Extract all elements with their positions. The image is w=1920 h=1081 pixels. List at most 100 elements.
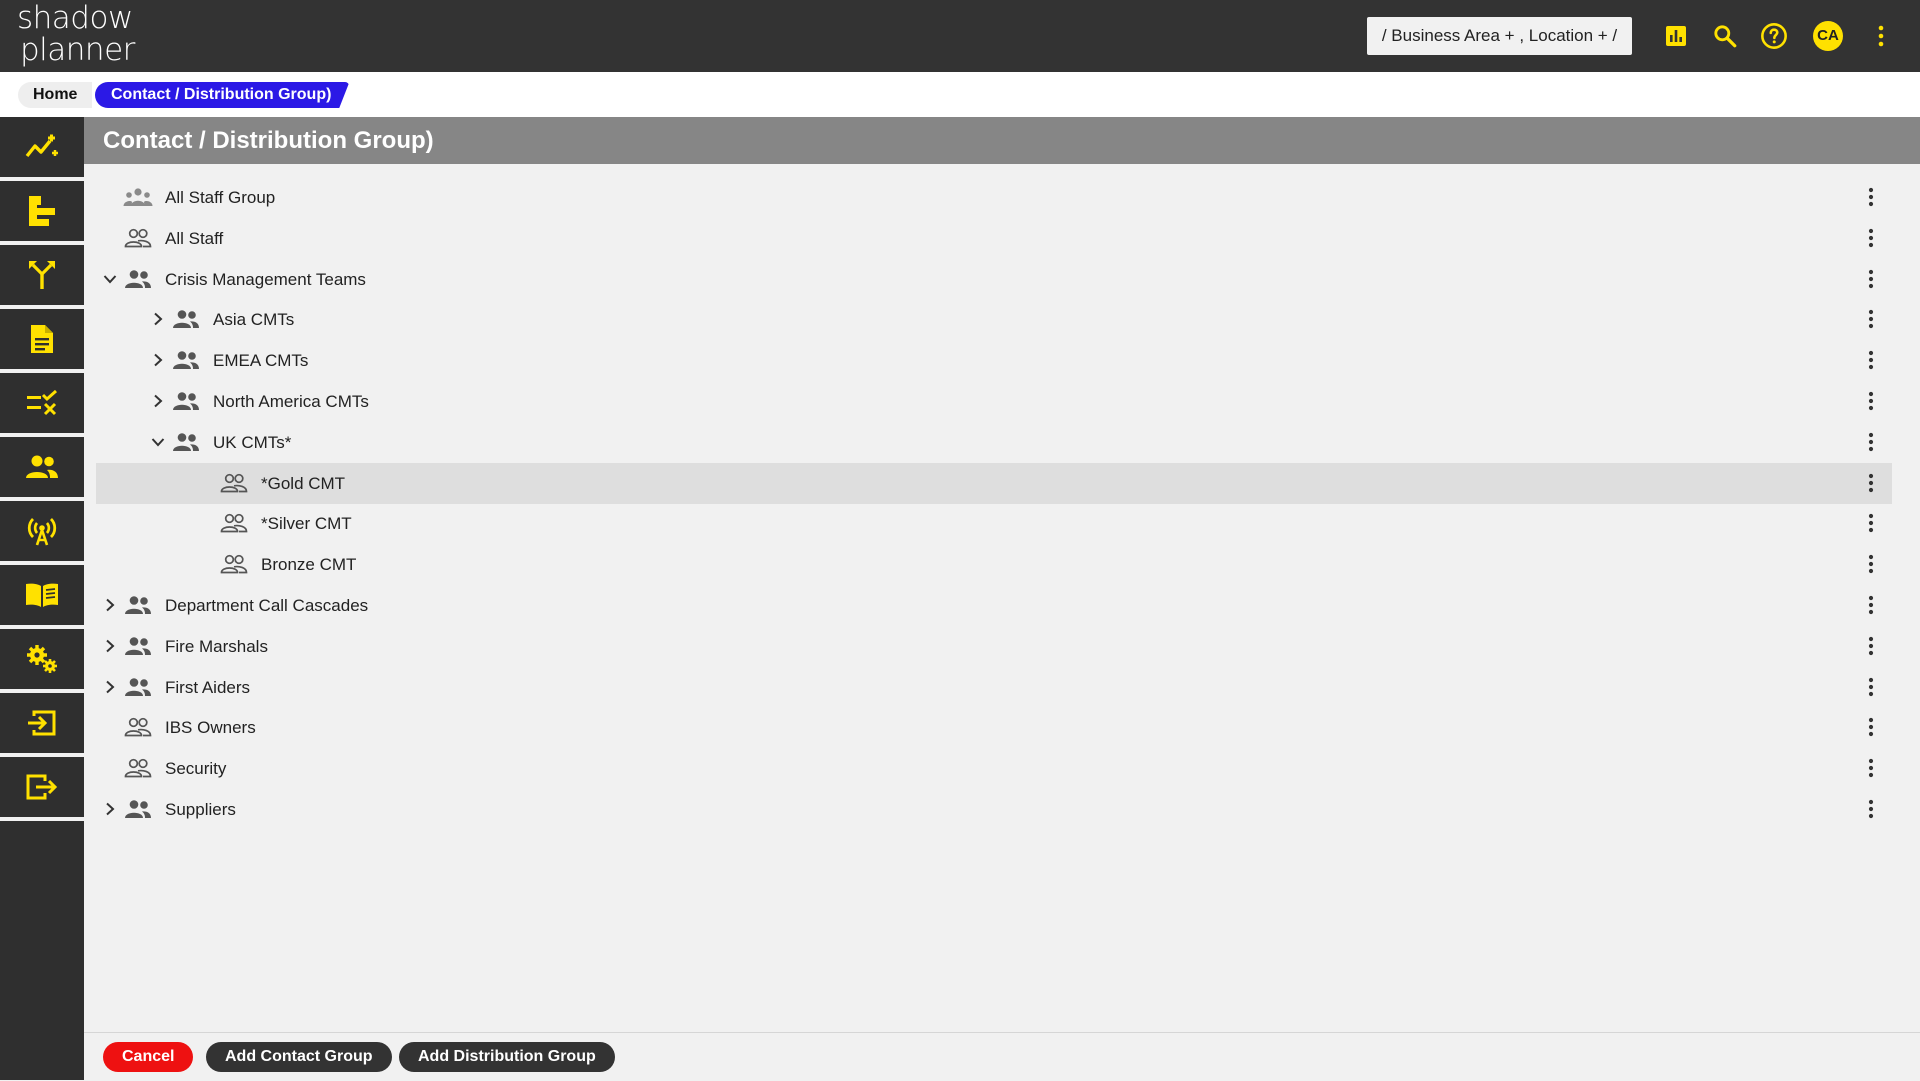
- breadcrumb: Home Contact / Distribution Group): [0, 72, 1920, 117]
- tree-row[interactable]: All Staff: [96, 218, 1892, 259]
- user-avatar[interactable]: CA: [1813, 21, 1843, 51]
- more-vert-icon[interactable]: [1860, 472, 1882, 494]
- checklist-icon: [27, 389, 57, 416]
- logo-line1: shadow: [17, 0, 133, 36]
- people-filled-icon: [171, 308, 201, 330]
- chevron-right-icon[interactable]: [100, 636, 120, 656]
- chevron-right-icon[interactable]: [100, 677, 120, 697]
- breadcrumb-current[interactable]: Contact / Distribution Group): [95, 82, 350, 108]
- tree-row-label: *Silver CMT: [261, 514, 352, 533]
- main-content: Contact / Distribution Group) All Staff …: [84, 117, 1920, 1080]
- help-icon[interactable]: [1757, 19, 1791, 53]
- more-vert-icon[interactable]: [1860, 757, 1882, 779]
- document-icon: [31, 325, 53, 353]
- report-chart-icon[interactable]: [1659, 19, 1693, 53]
- more-vert-icon[interactable]: [1860, 676, 1882, 698]
- more-vert-icon[interactable]: [1860, 553, 1882, 575]
- people-filled-icon: [123, 798, 153, 820]
- tree-row[interactable]: Asia CMTs: [96, 299, 1892, 340]
- chevron-down-icon[interactable]: [148, 432, 168, 452]
- tree-row[interactable]: Security: [96, 748, 1892, 789]
- sidebar-item-checklist[interactable]: [0, 373, 84, 437]
- tree-row-label: IBS Owners: [165, 718, 256, 737]
- more-vert-icon[interactable]: [1860, 798, 1882, 820]
- more-vert-icon[interactable]: [1860, 431, 1882, 453]
- analytics-icon: [25, 134, 58, 158]
- chevron-right-icon[interactable]: [100, 595, 120, 615]
- sidebar-nav: [0, 117, 84, 1080]
- more-vert-icon[interactable]: [1860, 308, 1882, 330]
- tree-row[interactable]: *Gold CMT: [96, 463, 1892, 504]
- top-bar: shadow planner / Business Area + , Locat…: [0, 0, 1920, 72]
- people-group-icon: [123, 186, 153, 208]
- fork-icon: [29, 261, 55, 289]
- add-distribution-group-button[interactable]: Add Distribution Group: [399, 1042, 615, 1072]
- people-outline-icon: [123, 227, 153, 249]
- tree-row-label: Crisis Management Teams: [165, 270, 366, 289]
- people-filled-icon: [123, 676, 153, 698]
- book-icon: [26, 583, 58, 607]
- people-icon: [26, 455, 58, 478]
- tree-row[interactable]: UK CMTs*: [96, 422, 1892, 463]
- tree-row[interactable]: North America CMTs: [96, 381, 1892, 422]
- tree-row[interactable]: EMEA CMTs: [96, 340, 1892, 381]
- tree-row-label: Bronze CMT: [261, 555, 357, 574]
- tree-row[interactable]: *Silver CMT: [96, 503, 1892, 544]
- tree-row-label: Fire Marshals: [165, 637, 268, 656]
- tree-row-label: Department Call Cascades: [165, 596, 369, 615]
- tree-row-label: *Gold CMT: [261, 474, 346, 493]
- more-vert-icon[interactable]: [1860, 227, 1882, 249]
- cancel-button[interactable]: Cancel: [103, 1042, 194, 1072]
- more-vert-icon[interactable]: [1860, 594, 1882, 616]
- sidebar-item-logout[interactable]: [0, 757, 84, 821]
- chevron-right-icon[interactable]: [148, 309, 168, 329]
- sidebar-item-settings[interactable]: [0, 629, 84, 693]
- people-filled-icon: [123, 635, 153, 657]
- breadcrumb-home[interactable]: Home: [18, 82, 93, 108]
- more-vert-icon[interactable]: [1860, 186, 1882, 208]
- chevron-right-icon[interactable]: [100, 799, 120, 819]
- tree-row-label: All Staff Group: [165, 188, 276, 207]
- tree-row[interactable]: All Staff Group: [96, 177, 1892, 218]
- sidebar-item-document[interactable]: [0, 309, 84, 373]
- sidebar-item-book[interactable]: [0, 565, 84, 629]
- more-vert-icon[interactable]: [1860, 349, 1882, 371]
- chevron-down-icon[interactable]: [100, 269, 120, 289]
- people-outline-icon: [123, 716, 153, 738]
- add-contact-group-button[interactable]: Add Contact Group: [206, 1042, 392, 1072]
- tree-row-label: Suppliers: [165, 800, 236, 819]
- tree-row[interactable]: Department Call Cascades: [96, 585, 1892, 626]
- tree-row[interactable]: First Aiders: [96, 667, 1892, 708]
- tree-row[interactable]: Crisis Management Teams: [96, 259, 1892, 300]
- tree-row[interactable]: Bronze CMT: [96, 544, 1892, 585]
- people-filled-icon: [123, 268, 153, 290]
- sidebar-item-people[interactable]: [0, 437, 84, 501]
- people-outline-icon: [123, 757, 153, 779]
- people-outline-icon: [219, 512, 249, 534]
- sidebar-item-hierarchy[interactable]: [0, 181, 84, 245]
- settings-icon: [27, 645, 57, 673]
- more-vert-icon[interactable]: [1860, 390, 1882, 412]
- tree-row-label: All Staff: [165, 229, 224, 248]
- chevron-right-icon[interactable]: [148, 350, 168, 370]
- logo-line2: planner: [20, 32, 135, 68]
- sidebar-item-analytics[interactable]: [0, 117, 84, 181]
- footer-actions: Cancel Add Contact Group Add Distributio…: [84, 1032, 1920, 1081]
- tree-row[interactable]: Fire Marshals: [96, 626, 1892, 667]
- sidebar-item-fork[interactable]: [0, 245, 84, 309]
- tree-row[interactable]: IBS Owners: [96, 707, 1892, 748]
- sidebar-item-login[interactable]: [0, 693, 84, 757]
- more-vert-icon[interactable]: [1860, 512, 1882, 534]
- page-title: Contact / Distribution Group): [84, 117, 1920, 164]
- sidebar-item-broadcast[interactable]: [0, 501, 84, 565]
- chevron-right-icon[interactable]: [148, 391, 168, 411]
- tree-row[interactable]: Suppliers: [96, 789, 1892, 830]
- more-vert-icon[interactable]: [1860, 635, 1882, 657]
- search-icon[interactable]: [1708, 19, 1742, 53]
- more-vert-icon[interactable]: [1864, 19, 1898, 53]
- more-vert-icon[interactable]: [1860, 268, 1882, 290]
- people-outline-icon: [219, 553, 249, 575]
- context-selector[interactable]: / Business Area + , Location + /: [1367, 17, 1632, 55]
- more-vert-icon[interactable]: [1860, 716, 1882, 738]
- shadow-planner-logo[interactable]: shadow planner: [17, 0, 147, 70]
